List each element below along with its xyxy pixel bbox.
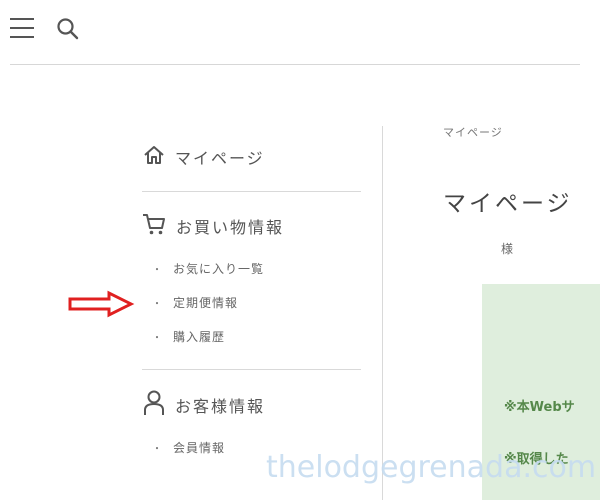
bullet: ・: [152, 299, 163, 310]
red-arrow-annotation-icon: [67, 290, 135, 318]
hamburger-menu-icon[interactable]: [10, 18, 34, 38]
sidebar-item-purchase-history[interactable]: ・ 購入履歴: [152, 328, 225, 345]
sidebar-item-member-info[interactable]: ・ 会員情報: [152, 439, 225, 456]
sidebar-item-label: 定期便情報: [173, 296, 239, 310]
sidebar-item-favorites[interactable]: ・ お気に入り一覧: [152, 260, 264, 277]
page-title: マイページ: [443, 191, 573, 217]
content-divider: [382, 126, 383, 500]
sidebar-section-label: お買い物情報: [176, 218, 285, 237]
sidebar-item-label: お気に入り一覧: [173, 262, 265, 276]
watermark: thelodgegrenada.com: [266, 450, 597, 485]
sidebar-item-label: 会員情報: [173, 441, 226, 455]
header-divider: [10, 64, 580, 65]
sidebar-item-label: 購入履歴: [173, 330, 226, 344]
shopping-cart-icon: [142, 212, 166, 240]
sidebar-divider: [142, 369, 361, 370]
sidebar-item-subscription[interactable]: ・ 定期便情報: [152, 294, 238, 311]
breadcrumb[interactable]: マイページ: [443, 124, 503, 140]
sidebar-divider: [142, 191, 361, 192]
sidebar-section-shopping: お買い物情報: [142, 212, 284, 240]
bullet: ・: [152, 444, 163, 455]
bullet: ・: [152, 265, 163, 276]
sidebar-item-label: マイページ: [175, 149, 265, 168]
person-icon: [143, 390, 165, 420]
notice-text: ※本Webサ: [504, 400, 575, 415]
home-icon: [143, 144, 165, 170]
sidebar-section-label: お客様情報: [175, 397, 266, 416]
search-icon[interactable]: [55, 16, 81, 42]
bullet: ・: [152, 333, 163, 344]
sidebar-section-customer: お客様情報: [143, 390, 265, 420]
sidebar-item-mypage[interactable]: マイページ: [143, 144, 265, 170]
customer-name-suffix: 様: [501, 242, 514, 256]
